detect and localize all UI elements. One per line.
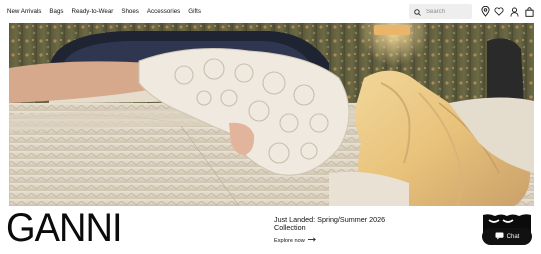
- explore-now-link[interactable]: Explore now: [274, 237, 316, 245]
- site-header: New Arrivals Bags Ready-to-Wear Shoes Ac…: [0, 0, 541, 23]
- main-nav: New Arrivals Bags Ready-to-Wear Shoes Ac…: [7, 8, 201, 16]
- explore-now-label: Explore now: [274, 237, 305, 244]
- nav-gifts[interactable]: Gifts: [188, 8, 201, 16]
- nav-ready-to-wear[interactable]: Ready-to-Wear: [72, 8, 114, 16]
- ganni-logo[interactable]: GANNI: [6, 206, 123, 250]
- nav-accessories[interactable]: Accessories: [147, 8, 180, 16]
- search-box[interactable]: [409, 4, 472, 19]
- chat-button[interactable]: Chat: [482, 228, 532, 245]
- chat-bubble-icon: [495, 231, 504, 242]
- arrow-right-icon: [307, 237, 316, 245]
- nav-bags[interactable]: Bags: [49, 8, 63, 16]
- promo-title: Just Landed: Spring/Summer 2026 Collecti…: [274, 215, 386, 233]
- nav-new-arrivals[interactable]: New Arrivals: [7, 8, 41, 16]
- location-pin-icon[interactable]: [480, 6, 490, 17]
- search-icon: [414, 3, 421, 21]
- nav-shoes[interactable]: Shoes: [121, 8, 139, 16]
- hero-image[interactable]: [9, 23, 534, 206]
- heart-icon[interactable]: [494, 6, 504, 17]
- search-input[interactable]: [426, 8, 468, 15]
- chat-label: Chat: [506, 233, 520, 240]
- shopping-bag-icon[interactable]: [524, 6, 534, 17]
- user-icon[interactable]: [509, 6, 519, 17]
